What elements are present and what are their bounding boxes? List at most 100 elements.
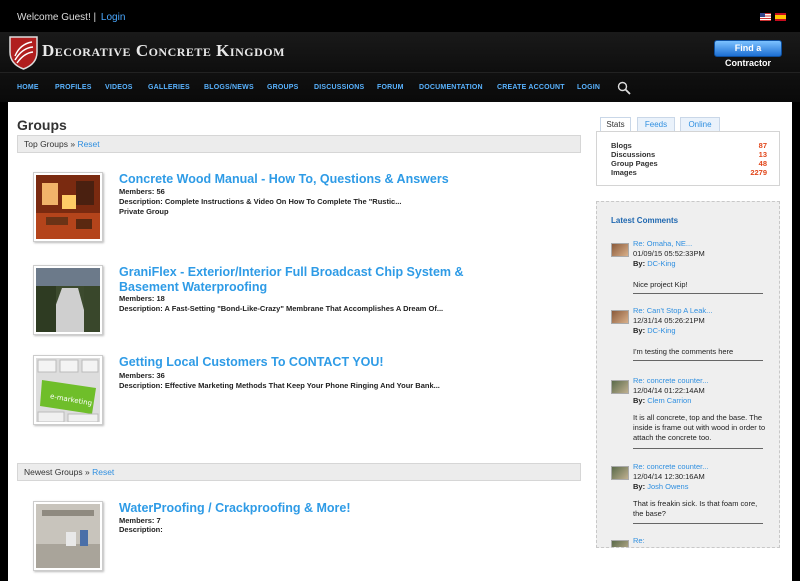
comment-date: 01/09/15 05:52:33PM [633,249,705,258]
nav-videos[interactable]: VIDEOS [105,84,133,91]
group-members: Members: 56 [119,187,165,196]
avatar[interactable] [611,310,629,324]
comment-title-link[interactable]: Re: concrete counter... [633,462,708,472]
comment-body: It is all concrete, top and the base. Th… [633,413,766,442]
stat-value: 48 [758,159,767,168]
group-members: Members: 18 [119,294,165,303]
comment-divider [633,448,763,449]
comment-date: 12/04/14 12:30:16AM [633,472,705,481]
top-groups-label: Top Groups [24,139,68,149]
group-description: Description: A Fast-Setting "Bond-Like-C… [119,304,444,313]
site-header: Decorative Concrete Kingdom Find a Contr… [0,32,800,72]
avatar[interactable] [611,466,629,480]
comment-body: Nice project Kip! [633,280,688,289]
group-description: Description: Effective Marketing Methods… [119,381,440,390]
comment-divider [633,360,763,361]
tab-online[interactable]: Online [680,117,720,131]
nav-forum[interactable]: FORUM [377,84,404,91]
stat-label: Blogs [611,141,632,150]
latest-comments-panel: Latest Comments Re: Omaha, NE... 01/09/1… [596,201,780,548]
newest-groups-sep: » [84,467,90,477]
comment-title-link[interactable]: Re: Omaha, NE... [633,239,705,249]
group-title-link[interactable]: Getting Local Customers To CONTACT YOU! [119,355,479,370]
newest-groups-reset-link[interactable]: Reset [92,467,114,477]
by-label: By: [633,396,646,405]
comment-author-link[interactable]: DC-King [647,259,675,268]
group-description: Description: [119,525,163,534]
tab-feeds[interactable]: Feeds [637,117,675,131]
main-nav: HOME PROFILES VIDEOS GALLERIES BLOGS/NEW… [0,72,800,102]
page-title: Groups [17,117,67,133]
by-label: By: [633,259,646,268]
find-contractor-button[interactable]: Find a Contractor [714,40,782,68]
comment-title-link[interactable]: Re: concrete counter... [633,376,708,386]
stat-value: 87 [758,141,767,150]
group-title-link[interactable]: WaterProofing / Crackproofing & More! [119,501,479,516]
group-title-link[interactable]: Concrete Wood Manual - How To, Questions… [119,172,479,187]
comment-header: Re: concrete counter... 12/04/14 01:22:1… [633,376,708,406]
nav-groups[interactable]: GROUPS [267,84,299,91]
avatar[interactable] [611,243,629,257]
comment-title-link[interactable]: Re: [633,536,645,546]
stats-panel: Blogs 87 Discussions 13 Group Pages 48 I… [596,131,780,186]
comment-author-link[interactable]: Josh Owens [647,482,688,491]
us-flag-icon[interactable] [760,13,771,21]
by-label: By: [633,326,646,335]
group-members: Members: 36 [119,371,165,380]
comment-header: Re: Can't Stop A Leak... 12/31/14 05:26:… [633,306,712,336]
newest-groups-label: Newest Groups [24,467,83,477]
top-groups-reset-link[interactable]: Reset [77,139,99,149]
nav-documentation[interactable]: DOCUMENTATION [419,84,483,91]
comment-date: 12/04/14 01:22:14AM [633,386,705,395]
room-photo-icon [36,175,100,239]
top-bar: Welcome Guest! | Login [0,0,800,32]
welcome-label: Welcome Guest! [17,12,91,23]
comment-date: 12/31/14 05:26:21PM [633,316,705,325]
nav-create-account[interactable]: CREATE ACCOUNT [497,84,565,91]
welcome-separator: | [93,12,97,23]
search-icon[interactable] [617,81,631,95]
avatar[interactable] [611,540,629,547]
nav-profiles[interactable]: PROFILES [55,84,92,91]
language-flags [760,13,786,21]
stat-discussions: Discussions 13 [611,150,767,159]
comment-author-link[interactable]: Clem Carrion [647,396,691,405]
group-thumbnail[interactable]: e-marketing [33,355,103,425]
comment-header: Re: concrete counter... 12/04/14 12:30:1… [633,462,708,492]
nav-discussions[interactable]: DISCUSSIONS [314,84,364,91]
group-privacy: Private Group [119,207,169,216]
avatar[interactable] [611,380,629,394]
welcome-text: Welcome Guest! | Login [17,12,125,23]
top-groups-sep: » [70,139,76,149]
tab-stats[interactable]: Stats [600,117,631,131]
spain-flag-icon[interactable] [775,13,786,21]
comment-by: By: Josh Owens [633,482,708,492]
comment-by: By: Clem Carrion [633,396,708,406]
group-thumbnail[interactable] [33,265,103,335]
nav-login[interactable]: LOGIN [577,84,600,91]
nav-galleries[interactable]: GALLERIES [148,84,190,91]
basement-photo-icon [36,504,100,568]
comment-header: Re: [633,536,645,546]
stat-label: Group Pages [611,159,658,168]
stat-value: 13 [758,150,767,159]
group-title-link[interactable]: GraniFlex - Exterior/Interior Full Broad… [119,265,479,295]
comment-by: By: DC-King [633,326,712,336]
comment-divider [633,523,763,524]
comment-divider [633,293,763,294]
nav-blogs-news[interactable]: BLOGS/NEWS [204,84,254,91]
comment-body: That is freakin sick. Is that foam core,… [633,499,758,518]
group-thumbnail[interactable] [33,501,103,571]
nav-home[interactable]: HOME [17,84,39,91]
comment-author-link[interactable]: DC-King [647,326,675,335]
stat-label: Images [611,168,637,177]
site-logo-text[interactable]: Decorative Concrete Kingdom [42,41,285,61]
keyboard-photo-icon: e-marketing [36,358,100,422]
top-groups-bar: Top Groups » Reset [17,135,581,153]
stat-group-pages: Group Pages 48 [611,159,767,168]
top-login-link[interactable]: Login [101,12,125,23]
stat-label: Discussions [611,150,656,159]
comment-title-link[interactable]: Re: Can't Stop A Leak... [633,306,712,316]
logo-shield-icon[interactable] [8,34,39,70]
group-thumbnail[interactable] [33,172,103,242]
